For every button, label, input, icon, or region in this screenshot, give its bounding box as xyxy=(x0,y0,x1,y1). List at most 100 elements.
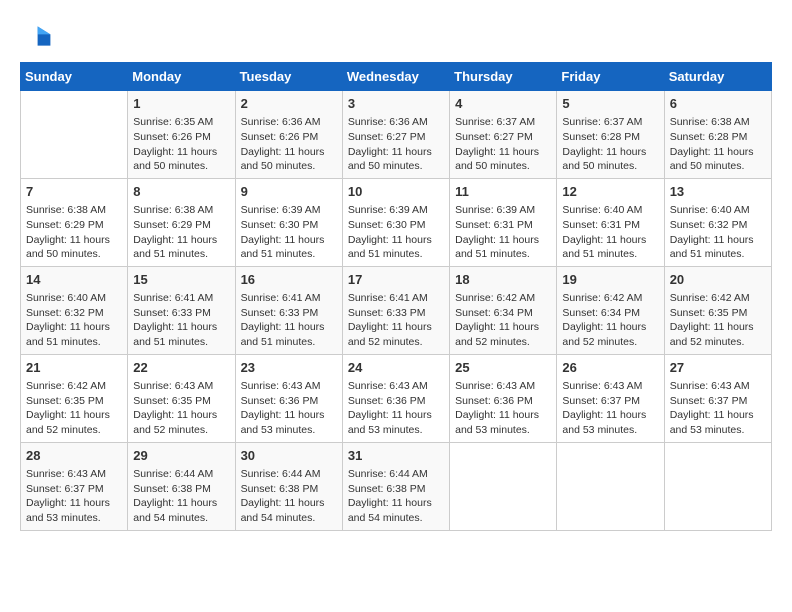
logo xyxy=(20,20,56,52)
day-number: 29 xyxy=(133,447,229,465)
calendar-cell: 14Sunrise: 6:40 AMSunset: 6:32 PMDayligh… xyxy=(21,266,128,354)
header-cell-wednesday: Wednesday xyxy=(342,63,449,91)
day-number: 5 xyxy=(562,95,658,113)
day-number: 9 xyxy=(241,183,337,201)
calendar-cell: 30 Sunrise: 6:44 AMSunset: 6:38 PMDayligh… xyxy=(235,442,342,530)
cell-content: Sunrise: 6:43 AMSunset: 6:37 PMDaylight:… xyxy=(670,379,766,438)
cell-content: Sunrise: 6:43 AMSunset: 6:36 PMDaylight:… xyxy=(348,379,444,438)
calendar-cell: 21 Sunrise: 6:42 AMSunset: 6:35 PMDayligh… xyxy=(21,354,128,442)
week-row-1: 1 Sunrise: 6:35 AMSunset: 6:26 PMDaylight… xyxy=(21,91,772,179)
day-number: 28 xyxy=(26,447,122,465)
cell-content: Sunrise: 6:37 AMSunset: 6:28 PMDaylight:… xyxy=(562,115,658,174)
day-number: 24 xyxy=(348,359,444,377)
week-row-3: 14Sunrise: 6:40 AMSunset: 6:32 PMDayligh… xyxy=(21,266,772,354)
calendar-cell: 7 Sunrise: 6:38 AMSunset: 6:29 PMDaylight… xyxy=(21,178,128,266)
calendar-body: 1 Sunrise: 6:35 AMSunset: 6:26 PMDaylight… xyxy=(21,91,772,531)
day-number: 4 xyxy=(455,95,551,113)
day-number: 1 xyxy=(133,95,229,113)
calendar-cell: 25 Sunrise: 6:43 AMSunset: 6:36 PMDayligh… xyxy=(450,354,557,442)
calendar-cell: 1 Sunrise: 6:35 AMSunset: 6:26 PMDaylight… xyxy=(128,91,235,179)
cell-content: Sunrise: 6:38 AMSunset: 6:29 PMDaylight:… xyxy=(133,203,229,262)
header-cell-friday: Friday xyxy=(557,63,664,91)
cell-content: Sunrise: 6:43 AMSunset: 6:37 PMDaylight:… xyxy=(562,379,658,438)
day-number: 12 xyxy=(562,183,658,201)
day-number: 10 xyxy=(348,183,444,201)
calendar-cell: 5 Sunrise: 6:37 AMSunset: 6:28 PMDaylight… xyxy=(557,91,664,179)
day-number: 17 xyxy=(348,271,444,289)
cell-content: Sunrise: 6:44 AMSunset: 6:38 PMDaylight:… xyxy=(348,467,444,526)
cell-content: Sunrise: 6:43 AMSunset: 6:36 PMDaylight:… xyxy=(455,379,551,438)
cell-content: Sunrise: 6:43 AMSunset: 6:35 PMDaylight:… xyxy=(133,379,229,438)
header-cell-saturday: Saturday xyxy=(664,63,771,91)
cell-content: Sunrise: 6:40 AMSunset: 6:32 PMDaylight:… xyxy=(670,203,766,262)
calendar-cell xyxy=(450,442,557,530)
day-number: 13 xyxy=(670,183,766,201)
week-row-5: 28Sunrise: 6:43 AMSunset: 6:37 PMDayligh… xyxy=(21,442,772,530)
day-number: 15 xyxy=(133,271,229,289)
calendar-cell: 26 Sunrise: 6:43 AMSunset: 6:37 PMDayligh… xyxy=(557,354,664,442)
cell-content: Sunrise: 6:36 AMSunset: 6:27 PMDaylight:… xyxy=(348,115,444,174)
calendar-cell: 2 Sunrise: 6:36 AMSunset: 6:26 PMDaylight… xyxy=(235,91,342,179)
day-number: 8 xyxy=(133,183,229,201)
calendar-cell: 17 Sunrise: 6:41 AMSunset: 6:33 PMDayligh… xyxy=(342,266,449,354)
cell-content: Sunrise: 6:40 AMSunset: 6:32 PMDaylight:… xyxy=(26,291,122,350)
calendar-cell: 13 Sunrise: 6:40 AMSunset: 6:32 PMDayligh… xyxy=(664,178,771,266)
calendar-cell: 4 Sunrise: 6:37 AMSunset: 6:27 PMDaylight… xyxy=(450,91,557,179)
calendar-cell: 24 Sunrise: 6:43 AMSunset: 6:36 PMDayligh… xyxy=(342,354,449,442)
day-number: 7 xyxy=(26,183,122,201)
day-number: 2 xyxy=(241,95,337,113)
cell-content: Sunrise: 6:38 AMSunset: 6:28 PMDaylight:… xyxy=(670,115,766,174)
calendar-cell xyxy=(557,442,664,530)
day-number: 25 xyxy=(455,359,551,377)
cell-content: Sunrise: 6:41 AMSunset: 6:33 PMDaylight:… xyxy=(133,291,229,350)
calendar-table: SundayMondayTuesdayWednesdayThursdayFrid… xyxy=(20,62,772,531)
calendar-cell: 8 Sunrise: 6:38 AMSunset: 6:29 PMDaylight… xyxy=(128,178,235,266)
header-cell-sunday: Sunday xyxy=(21,63,128,91)
calendar-cell: 23Sunrise: 6:43 AMSunset: 6:36 PMDayligh… xyxy=(235,354,342,442)
day-number: 18 xyxy=(455,271,551,289)
day-number: 19 xyxy=(562,271,658,289)
cell-content: Sunrise: 6:44 AMSunset: 6:38 PMDaylight:… xyxy=(133,467,229,526)
day-number: 27 xyxy=(670,359,766,377)
cell-content: Sunrise: 6:40 AMSunset: 6:31 PMDaylight:… xyxy=(562,203,658,262)
calendar-cell: 11 Sunrise: 6:39 AMSunset: 6:31 PMDayligh… xyxy=(450,178,557,266)
calendar-cell: 3 Sunrise: 6:36 AMSunset: 6:27 PMDaylight… xyxy=(342,91,449,179)
calendar-cell: 15 Sunrise: 6:41 AMSunset: 6:33 PMDayligh… xyxy=(128,266,235,354)
cell-content: Sunrise: 6:41 AMSunset: 6:33 PMDaylight:… xyxy=(348,291,444,350)
cell-content: Sunrise: 6:37 AMSunset: 6:27 PMDaylight:… xyxy=(455,115,551,174)
header-row: SundayMondayTuesdayWednesdayThursdayFrid… xyxy=(21,63,772,91)
day-number: 3 xyxy=(348,95,444,113)
cell-content: Sunrise: 6:39 AMSunset: 6:31 PMDaylight:… xyxy=(455,203,551,262)
calendar-cell: 6 Sunrise: 6:38 AMSunset: 6:28 PMDaylight… xyxy=(664,91,771,179)
calendar-cell: 20Sunrise: 6:42 AMSunset: 6:35 PMDayligh… xyxy=(664,266,771,354)
calendar-cell: 10Sunrise: 6:39 AMSunset: 6:30 PMDayligh… xyxy=(342,178,449,266)
day-number: 6 xyxy=(670,95,766,113)
calendar-cell: 27 Sunrise: 6:43 AMSunset: 6:37 PMDayligh… xyxy=(664,354,771,442)
day-number: 11 xyxy=(455,183,551,201)
calendar-cell: 28Sunrise: 6:43 AMSunset: 6:37 PMDayligh… xyxy=(21,442,128,530)
cell-content: Sunrise: 6:42 AMSunset: 6:35 PMDaylight:… xyxy=(26,379,122,438)
calendar-cell: 31Sunrise: 6:44 AMSunset: 6:38 PMDayligh… xyxy=(342,442,449,530)
cell-content: Sunrise: 6:35 AMSunset: 6:26 PMDaylight:… xyxy=(133,115,229,174)
cell-content: Sunrise: 6:44 AMSunset: 6:38 PMDaylight:… xyxy=(241,467,337,526)
calendar-cell: 12 Sunrise: 6:40 AMSunset: 6:31 PMDayligh… xyxy=(557,178,664,266)
header-cell-thursday: Thursday xyxy=(450,63,557,91)
calendar-header: SundayMondayTuesdayWednesdayThursdayFrid… xyxy=(21,63,772,91)
calendar-cell: 19 Sunrise: 6:42 AMSunset: 6:34 PMDayligh… xyxy=(557,266,664,354)
logo-icon xyxy=(20,20,52,52)
week-row-4: 21 Sunrise: 6:42 AMSunset: 6:35 PMDayligh… xyxy=(21,354,772,442)
day-number: 22 xyxy=(133,359,229,377)
day-number: 30 xyxy=(241,447,337,465)
day-number: 21 xyxy=(26,359,122,377)
cell-content: Sunrise: 6:39 AMSunset: 6:30 PMDaylight:… xyxy=(241,203,337,262)
calendar-cell: 9 Sunrise: 6:39 AMSunset: 6:30 PMDaylight… xyxy=(235,178,342,266)
cell-content: Sunrise: 6:38 AMSunset: 6:29 PMDaylight:… xyxy=(26,203,122,262)
calendar-cell: 18Sunrise: 6:42 AMSunset: 6:34 PMDayligh… xyxy=(450,266,557,354)
cell-content: Sunrise: 6:36 AMSunset: 6:26 PMDaylight:… xyxy=(241,115,337,174)
calendar-cell: 22 Sunrise: 6:43 AMSunset: 6:35 PMDayligh… xyxy=(128,354,235,442)
day-number: 26 xyxy=(562,359,658,377)
cell-content: Sunrise: 6:42 AMSunset: 6:35 PMDaylight:… xyxy=(670,291,766,350)
cell-content: Sunrise: 6:42 AMSunset: 6:34 PMDaylight:… xyxy=(562,291,658,350)
day-number: 16 xyxy=(241,271,337,289)
calendar-cell: 16Sunrise: 6:41 AMSunset: 6:33 PMDayligh… xyxy=(235,266,342,354)
